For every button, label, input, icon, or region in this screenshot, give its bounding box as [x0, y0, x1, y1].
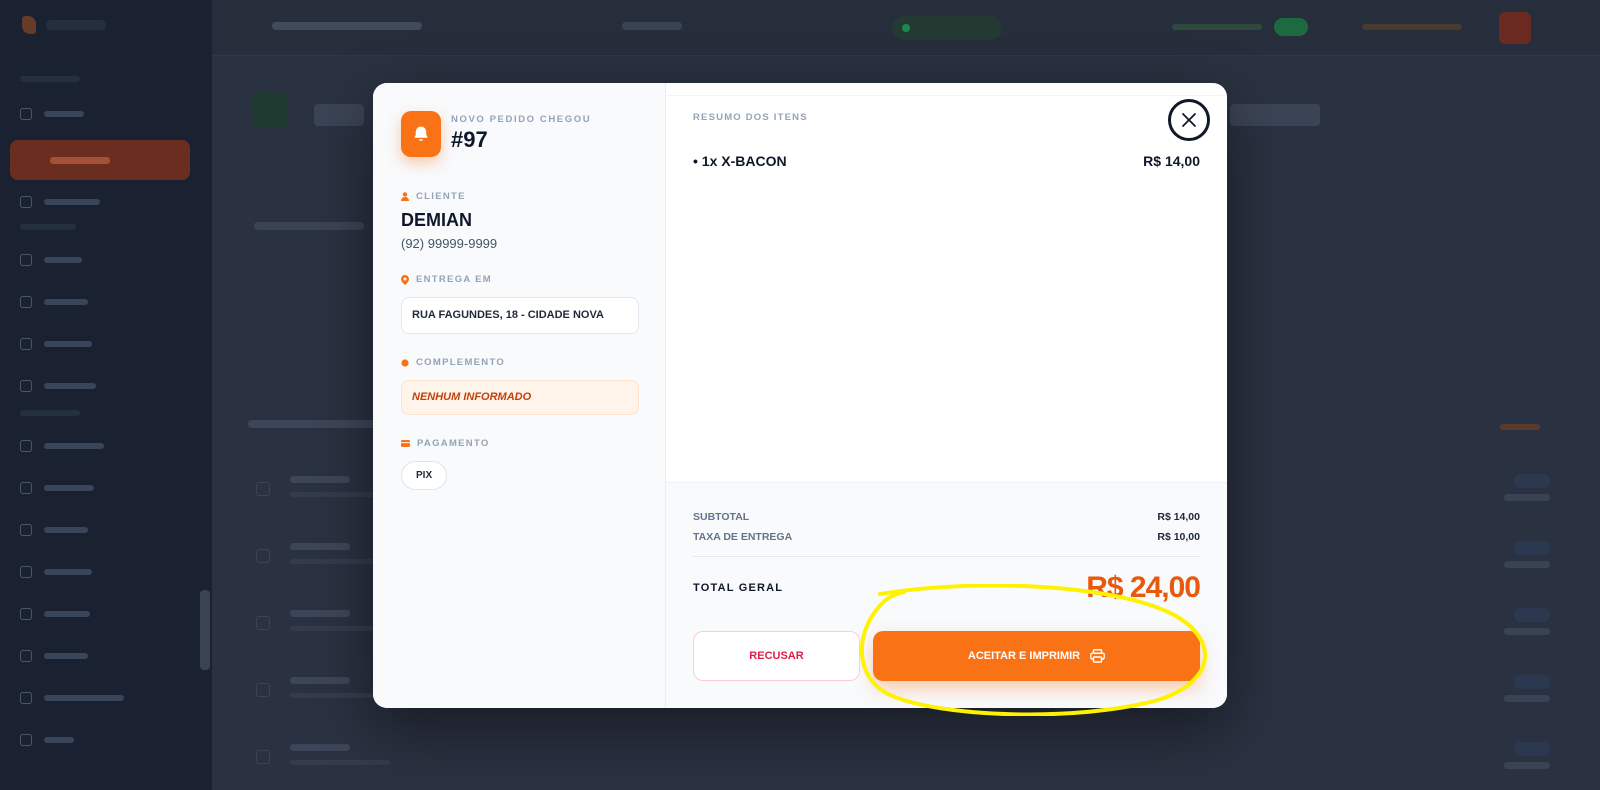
- payment-method-badge: PIX: [401, 461, 448, 490]
- sidebar-section: [20, 76, 80, 82]
- table-row[interactable]: [250, 738, 1550, 786]
- total-label: TOTAL GERAL: [693, 582, 784, 594]
- close-button[interactable]: [1168, 99, 1210, 141]
- complement-value: NENHUM INFORMADO: [401, 380, 639, 415]
- client-label-text: CLIENTE: [416, 191, 466, 202]
- sidebar-item[interactable]: [20, 734, 74, 746]
- delivery-address: RUA FAGUNDES, 18 - CIDADE NOVA: [401, 297, 639, 334]
- delivery-fee-value: R$ 10,00: [1157, 531, 1200, 543]
- sidebar-item[interactable]: [20, 440, 104, 452]
- dot-icon: [401, 358, 409, 367]
- stat-icon: [252, 92, 288, 128]
- item-price: R$ 14,00: [1143, 153, 1200, 169]
- item-name: • 1x X-BACON: [693, 153, 787, 169]
- delivery-label-text: ENTREGA EM: [416, 274, 492, 285]
- auto-accept-toggle[interactable]: [1274, 18, 1308, 36]
- sidebar-item[interactable]: [20, 692, 124, 704]
- bell-icon: [401, 111, 441, 157]
- sidebar-item[interactable]: [20, 108, 84, 120]
- close-icon: [1182, 113, 1196, 127]
- divider: [693, 556, 1200, 557]
- top-bar-link[interactable]: [1362, 24, 1462, 30]
- auto-accept-label: [1172, 24, 1262, 30]
- order-details-panel: NOVO PEDIDO CHEGOU #97 CLIENTE DEMIAN (9…: [373, 83, 666, 708]
- sidebar-item[interactable]: [20, 254, 82, 266]
- top-bar: [212, 0, 1600, 56]
- new-order-modal: NOVO PEDIDO CHEGOU #97 CLIENTE DEMIAN (9…: [373, 83, 1227, 708]
- total-value: R$ 24,00: [1086, 571, 1201, 604]
- subtotal-value: R$ 14,00: [1157, 511, 1200, 523]
- order-summary-panel: RESUMO DOS ITENS • 1x X-BACON R$ 14,00 S…: [666, 83, 1227, 708]
- divider: [666, 95, 1227, 96]
- summary-title: RESUMO DOS ITENS: [693, 112, 808, 123]
- sidebar-item[interactable]: [20, 524, 88, 536]
- sidebar: [0, 0, 212, 790]
- client-phone: (92) 99999-9999: [401, 236, 498, 251]
- sidebar-section: [20, 224, 76, 230]
- complement-label: COMPLEMENTO: [401, 357, 505, 368]
- see-all-link[interactable]: [1500, 424, 1540, 430]
- section-heading: [254, 222, 364, 230]
- client-name: DEMIAN: [401, 210, 472, 230]
- sidebar-item-active[interactable]: [10, 140, 190, 180]
- client-label: CLIENTE: [401, 191, 466, 202]
- sidebar-item[interactable]: [20, 196, 100, 208]
- order-totals: SUBTOTAL R$ 14,00 TAXA DE ENTREGA R$ 10,…: [666, 482, 1227, 708]
- sidebar-item[interactable]: [20, 482, 94, 494]
- avatar[interactable]: [1499, 12, 1531, 44]
- sidebar-item[interactable]: [20, 608, 90, 620]
- payment-label-text: PAGAMENTO: [417, 438, 490, 449]
- refuse-button-label: RECUSAR: [749, 650, 804, 662]
- delivery-fee-label: TAXA DE ENTREGA: [693, 531, 793, 543]
- app-logo: [22, 16, 106, 34]
- refuse-button[interactable]: RECUSAR: [693, 631, 860, 681]
- modal-eyebrow: NOVO PEDIDO CHEGOU: [451, 114, 592, 125]
- sidebar-item[interactable]: [20, 650, 88, 662]
- sidebar-item[interactable]: [20, 296, 88, 308]
- printer-icon: [1090, 649, 1106, 663]
- sidebar-item[interactable]: [20, 380, 96, 392]
- store-status-badge: [892, 16, 1002, 40]
- sidebar-item[interactable]: [20, 566, 92, 578]
- sidebar-scrollbar[interactable]: [200, 590, 210, 670]
- top-bar-filter[interactable]: [622, 22, 682, 30]
- accept-and-print-button[interactable]: ACEITAR E IMPRIMIR: [873, 631, 1200, 681]
- credit-card-icon: [401, 440, 410, 447]
- stat-value: [314, 104, 364, 126]
- delivery-fee-row: TAXA DE ENTREGA R$ 10,00: [693, 531, 1200, 543]
- stat-value-right: [1230, 104, 1320, 126]
- payment-label: PAGAMENTO: [401, 438, 490, 449]
- complement-label-text: COMPLEMENTO: [416, 357, 506, 368]
- sidebar-item[interactable]: [20, 338, 92, 350]
- map-pin-icon: [401, 274, 409, 285]
- subtotal-row: SUBTOTAL R$ 14,00: [693, 511, 1200, 523]
- accept-button-label: ACEITAR E IMPRIMIR: [967, 650, 1081, 662]
- subtotal-label: SUBTOTAL: [693, 511, 750, 523]
- order-number: #97: [451, 127, 488, 152]
- page-title-placeholder: [272, 22, 422, 30]
- list-item: • 1x X-BACON R$ 14,00: [693, 153, 1200, 169]
- user-icon: [401, 192, 409, 201]
- sidebar-section: [20, 410, 80, 416]
- delivery-label: ENTREGA EM: [401, 274, 492, 285]
